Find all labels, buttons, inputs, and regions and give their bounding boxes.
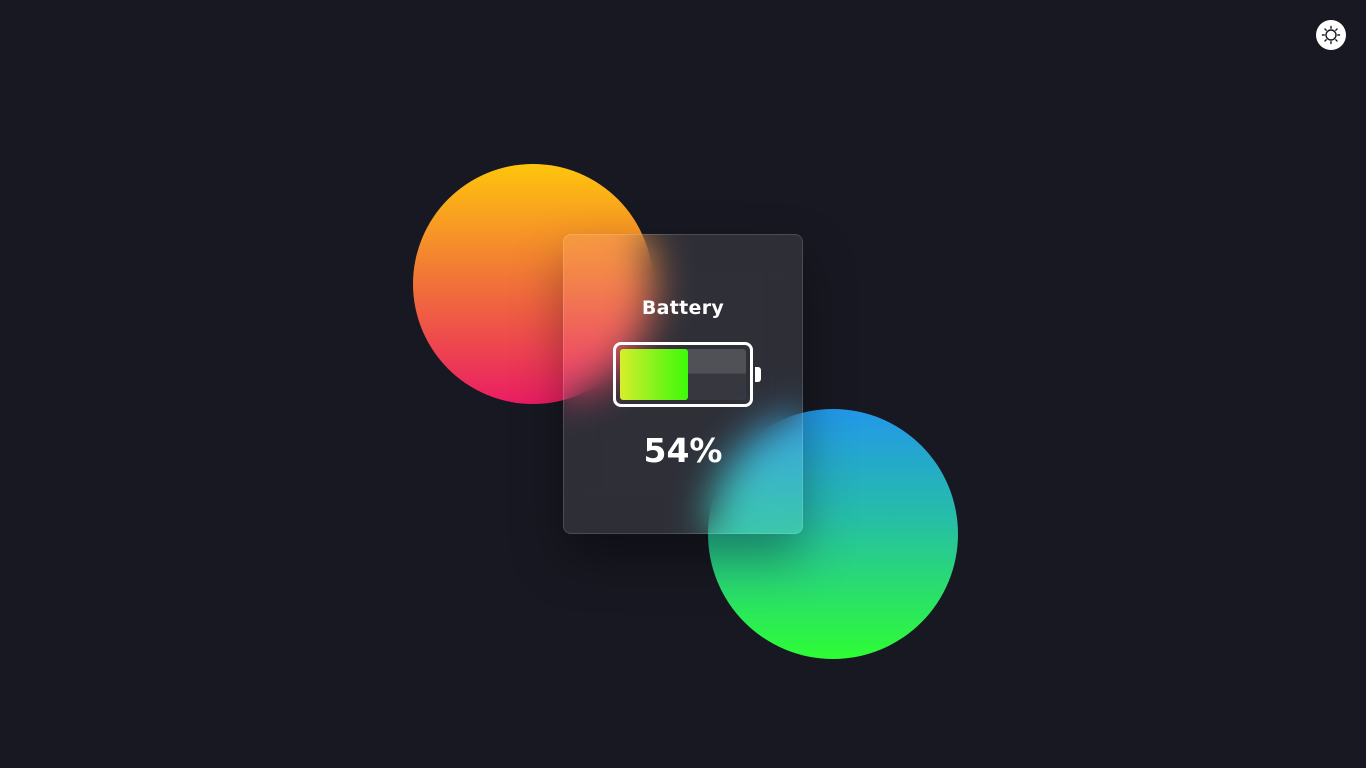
battery-icon [613,342,753,407]
battery-terminal [755,367,761,382]
battery-widget-page: Battery 54% [0,0,1366,768]
battery-level-fill [620,349,689,400]
battery-level-track [620,349,746,400]
theme-toggle-button[interactable] [1316,20,1346,50]
sun-icon [1321,25,1341,45]
battery-card-title: Battery [641,297,725,319]
battery-card: Battery 54% [563,234,803,534]
battery-percent-label: 54% [643,431,723,470]
